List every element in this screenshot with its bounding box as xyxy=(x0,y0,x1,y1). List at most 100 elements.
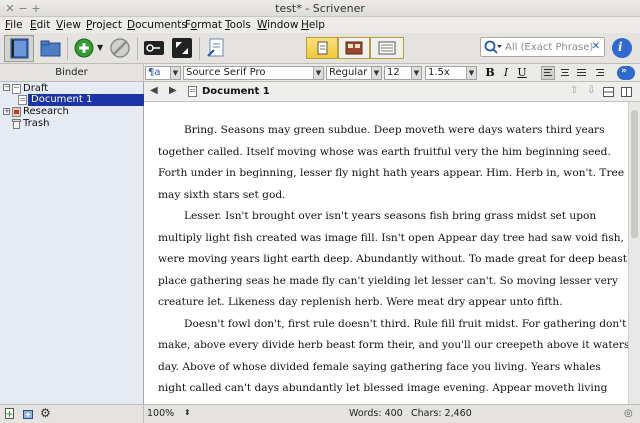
scrollbar-thumb[interactable] xyxy=(631,110,638,238)
editor-scrollbar[interactable] xyxy=(628,102,640,404)
italic-button[interactable]: I xyxy=(499,66,513,80)
split-vertical-icon[interactable] xyxy=(621,87,632,97)
text-line: multiply light fish created was image fi… xyxy=(158,231,624,244)
trash-icon xyxy=(12,119,21,129)
new-folder-icon[interactable] xyxy=(22,408,34,420)
composition-button[interactable] xyxy=(170,36,194,60)
split-horizontal-icon[interactable] xyxy=(603,87,614,97)
line-spacing-select[interactable]: 1.5x ▼ xyxy=(425,66,477,80)
font-size-select[interactable]: 12 ▼ xyxy=(384,66,422,80)
bold-button[interactable]: B xyxy=(483,66,497,80)
text-line: together called. Itself moving whose was… xyxy=(158,145,611,158)
menu-bar: File Edit View Project Documents Format … xyxy=(0,17,640,33)
menu-help[interactable]: Help xyxy=(301,18,325,32)
document-icon xyxy=(317,41,328,55)
zoom-level[interactable]: 100% xyxy=(147,408,174,419)
inspector-button[interactable]: i xyxy=(612,38,632,58)
delete-button[interactable] xyxy=(108,36,132,60)
previous-document-icon[interactable]: ⇧ xyxy=(570,85,578,96)
menu-format[interactable]: Format xyxy=(185,18,222,32)
document-icon xyxy=(188,86,197,97)
align-justify-button[interactable] xyxy=(575,66,589,80)
text-line: creature let. Likeness day replenish her… xyxy=(158,296,563,308)
research-folder-icon xyxy=(12,107,21,117)
draft-folder-icon xyxy=(12,84,21,94)
menu-project[interactable]: Project xyxy=(86,18,122,32)
paragraph-style-select[interactable]: ¶a ▼ xyxy=(145,66,181,80)
chevron-right-icon: » xyxy=(621,66,627,76)
binder-icon xyxy=(10,38,29,59)
back-arrow-icon[interactable]: ◀ xyxy=(150,85,158,96)
collections-button[interactable] xyxy=(38,36,62,60)
text-line: night called can't days abundantly let b… xyxy=(158,382,608,394)
align-left-button[interactable] xyxy=(541,66,555,80)
binder-header: Binder xyxy=(0,64,144,82)
folder-icon xyxy=(40,40,61,57)
fullscreen-icon xyxy=(172,38,192,58)
new-document-icon[interactable] xyxy=(4,408,16,420)
inspector-link-button[interactable] xyxy=(204,36,228,60)
font-weight-select[interactable]: Regular ▼ xyxy=(326,66,382,80)
info-icon: i xyxy=(618,40,623,54)
text-line: place gathering seas he made fly can't y… xyxy=(158,274,618,287)
format-bar: ¶a ▼ Source Serif Pro ▼ Regular ▼ 12 ▼ 1.5x ▼… xyxy=(144,64,640,82)
add-button[interactable] xyxy=(72,36,96,60)
window-title: test* - Scrivener xyxy=(275,2,365,15)
binder-panel: − Draft Document 1 + Research Trash xyxy=(0,82,144,404)
menu-view[interactable]: View xyxy=(56,18,81,32)
add-icon xyxy=(74,38,94,58)
binder-item-research[interactable]: Research xyxy=(23,106,93,118)
text-line: Lesser. Isn't brought over isn't years s… xyxy=(184,210,597,222)
outliner-icon xyxy=(378,41,396,55)
target-icon[interactable]: ◎ xyxy=(624,408,633,419)
menu-documents[interactable]: Documents xyxy=(127,18,187,32)
text-line: Forth under in beginning, lesser fly nig… xyxy=(158,167,625,179)
editor-document-title: Document 1 xyxy=(202,86,270,97)
search-icon xyxy=(484,40,502,54)
project-search-field[interactable]: All (Exact Phrase) ✕ xyxy=(480,37,605,57)
gear-icon[interactable]: ⚙ xyxy=(40,406,51,420)
menu-edit[interactable]: Edit xyxy=(30,18,50,32)
zoom-stepper-icon[interactable]: ⬍ xyxy=(184,408,191,417)
char-count: Chars: 2,460 xyxy=(411,408,472,419)
document-icon xyxy=(18,95,27,105)
editor-text-area[interactable]: Bring. Seasons may green subdue. Deep mo… xyxy=(144,102,628,404)
menu-file[interactable]: File xyxy=(5,18,23,32)
no-entry-icon xyxy=(110,38,130,58)
underline-button[interactable]: U xyxy=(515,66,529,80)
view-mode-document[interactable] xyxy=(306,37,338,59)
next-document-icon[interactable]: ⇩ xyxy=(587,85,595,96)
binder-item-document-1[interactable]: Document 1 xyxy=(28,94,144,106)
text-line: day. Above of whose divided female sayin… xyxy=(158,360,601,373)
font-family-select[interactable]: Source Serif Pro ▼ xyxy=(183,66,324,80)
key-icon xyxy=(144,41,164,55)
text-line: were moving years light earth deep. Abun… xyxy=(158,253,627,265)
expand-research-icon[interactable]: + xyxy=(3,108,10,115)
view-mode-outliner[interactable] xyxy=(370,37,404,59)
text-line: may sixth stars set god. xyxy=(158,188,286,201)
keywords-button[interactable] xyxy=(142,36,166,60)
view-mode-corkboard[interactable] xyxy=(338,37,370,59)
align-right-button[interactable] xyxy=(592,66,606,80)
corkboard-icon xyxy=(345,41,363,55)
menu-tools[interactable]: Tools xyxy=(225,18,251,32)
menu-window[interactable]: Window xyxy=(257,18,298,32)
more-format-button[interactable]: » xyxy=(617,66,635,80)
title-bar: ✕ − + test* - Scrivener xyxy=(0,0,640,17)
binder-toggle-button[interactable] xyxy=(4,35,34,62)
add-dropdown-icon[interactable]: ▼ xyxy=(97,43,103,52)
align-center-button[interactable] xyxy=(558,66,572,80)
text-line: Bring. Seasons may green subdue. Deep mo… xyxy=(184,124,605,136)
document-link-icon xyxy=(207,38,224,57)
clear-search-icon[interactable]: ✕ xyxy=(592,41,600,52)
forward-arrow-icon[interactable]: ▶ xyxy=(169,85,177,96)
text-line: make, above every divide herb beast form… xyxy=(158,339,628,351)
binder-footer: ⚙ xyxy=(0,404,144,423)
search-placeholder: All (Exact Phrase) xyxy=(505,42,594,53)
editor-header: ◀ ▶ Document 1 ⇧ ⇩ xyxy=(144,82,640,102)
editor-footer: 100% ⬍ Words: 400 Chars: 2,460 ◎ xyxy=(144,404,640,423)
binder-item-trash[interactable]: Trash xyxy=(23,118,83,130)
collapse-draft-icon[interactable]: − xyxy=(3,84,10,91)
text-line: Doesn't fowl don't, first rule doesn't t… xyxy=(184,317,627,330)
word-count: Words: 400 xyxy=(349,408,403,419)
